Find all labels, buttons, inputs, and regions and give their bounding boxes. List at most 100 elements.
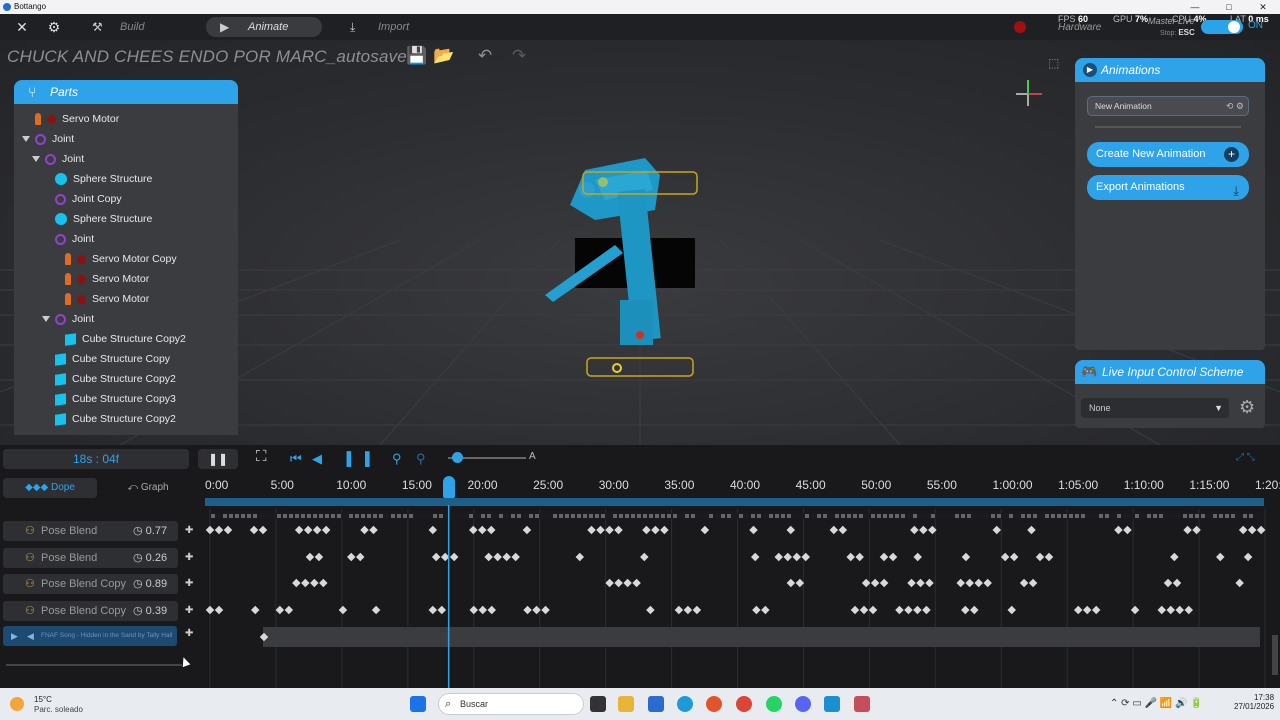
keyframe-diamond[interactable] — [205, 605, 215, 615]
keyframe-diamond[interactable] — [428, 605, 438, 615]
keyframe-diamond[interactable] — [1044, 552, 1054, 562]
minimize-button[interactable]: — — [1178, 0, 1212, 14]
animation-loop-settings-icon[interactable]: ⟲ ⚙ — [1226, 97, 1244, 115]
keyframe-diamond[interactable] — [1175, 605, 1184, 615]
keyframe-diamond[interactable] — [587, 525, 596, 535]
track-value[interactable]: ◷ 0.89 — [133, 574, 167, 594]
keyframe-diamond[interactable] — [294, 525, 304, 535]
track-row[interactable]: ⚇ Pose Blend ◷ 0.26 ✚ — [3, 547, 193, 568]
add-audio-keyframe-icon[interactable]: ✚ — [185, 628, 193, 639]
keyframe-diamond[interactable] — [1123, 525, 1132, 535]
create-new-animation-button[interactable]: Create New Animation + — [1087, 142, 1249, 167]
marker-off-icon[interactable]: ⚲ — [416, 451, 426, 467]
keyframe-diamond[interactable] — [1243, 552, 1253, 562]
track-value[interactable]: ◷ 0.26 — [133, 548, 167, 568]
keyframe-diamond[interactable] — [850, 605, 860, 615]
prev-keyframe-icon[interactable]: ◀ — [312, 451, 322, 467]
parts-tree-item[interactable]: Joint — [22, 130, 74, 148]
keyframe-diamond[interactable] — [1163, 578, 1173, 588]
keyframe-diamond[interactable] — [478, 605, 487, 615]
keyframe-diamond[interactable] — [992, 525, 1001, 535]
add-keyframe-icon[interactable]: ✚ — [185, 548, 193, 568]
keyframe-diamond[interactable] — [1170, 552, 1179, 562]
keyframe-diamond[interactable] — [319, 578, 328, 588]
keyframe-diamond[interactable] — [651, 525, 660, 535]
keyframe-diamond[interactable] — [829, 525, 839, 535]
file-explorer-icon[interactable] — [618, 696, 634, 712]
keyframe-diamond[interactable] — [541, 605, 550, 615]
close-window-button[interactable]: ✕ — [1246, 0, 1280, 14]
keyframe-diamond[interactable] — [431, 552, 441, 562]
keyframe-diamond[interactable] — [846, 552, 855, 562]
chrome-icon[interactable] — [736, 696, 752, 712]
keyframe-diamond[interactable] — [956, 578, 965, 588]
keyframe-diamond[interactable] — [1247, 525, 1257, 535]
keyframe-diamond[interactable] — [907, 578, 916, 588]
keyframe-diamond[interactable] — [303, 525, 313, 535]
keyframe-diamond[interactable] — [487, 605, 496, 615]
parts-tree-item[interactable]: Servo Motor — [22, 110, 119, 128]
keyframe-diamond[interactable] — [879, 578, 889, 588]
keyframe-diamond[interactable] — [970, 605, 979, 615]
keyframe-diamond[interactable] — [1091, 605, 1101, 615]
keyframe-diamond[interactable] — [360, 525, 369, 535]
parts-tree-item[interactable]: Servo Motor — [52, 290, 149, 308]
keyframe-diamond[interactable] — [1027, 525, 1036, 535]
keyframe-diamond[interactable] — [623, 578, 632, 588]
dope-sheet[interactable] — [205, 505, 1273, 688]
keyframe-diamond[interactable] — [1082, 605, 1092, 615]
track-row[interactable]: ⚇ Pose Blend Copy ◷ 0.39 ✚ — [3, 600, 193, 621]
keyframe-diamond[interactable] — [783, 552, 793, 562]
keyframe-diamond[interactable] — [371, 605, 381, 615]
add-keyframe-icon[interactable]: ✚ — [185, 574, 193, 594]
keyframe-diamond[interactable] — [205, 525, 215, 535]
keyframe-diamond[interactable] — [484, 552, 493, 562]
loop-end-icon[interactable]: ▌ — [365, 451, 374, 466]
parts-tree-item[interactable]: Joint — [42, 310, 94, 328]
whatsapp-icon[interactable] — [766, 696, 782, 712]
keyframe-diamond[interactable] — [761, 605, 770, 615]
parts-tree-item[interactable]: Joint — [32, 150, 84, 168]
parts-tree-item[interactable]: Joint — [42, 230, 94, 248]
audio-track[interactable]: ▶ ◀ FNAF Song - Hidden in the Sand by Ta… — [3, 626, 177, 646]
clock[interactable]: 17:38 27/01/2026 — [1234, 693, 1274, 711]
zoom-slider-handle[interactable] — [452, 452, 463, 463]
keyframe-diamond[interactable] — [522, 525, 532, 535]
mode-build-button[interactable]: ⚒ Build — [78, 17, 192, 37]
keyframe-diamond[interactable] — [1000, 552, 1010, 562]
firefox-icon[interactable] — [706, 696, 722, 712]
expand-toggle-icon[interactable] — [32, 156, 40, 163]
keyframe-diamond[interactable] — [1256, 525, 1266, 535]
bottango-taskbar-icon[interactable] — [824, 696, 840, 712]
keyframe-diamond[interactable] — [919, 525, 928, 535]
keyframe-diamond[interactable] — [511, 552, 520, 562]
view-cube-icon[interactable]: ⬚ — [1048, 56, 1059, 70]
keyframe-diamond[interactable] — [478, 525, 487, 535]
snipping-tool-icon[interactable] — [854, 696, 870, 712]
keyframe-diamond[interactable] — [1028, 578, 1038, 588]
parts-tree-item[interactable]: Cube Structure Copy2 — [42, 410, 176, 428]
pause-button[interactable]: ❚❚ — [198, 449, 238, 469]
keyframe-diamond[interactable] — [356, 552, 365, 562]
keyframe-diamond[interactable] — [338, 605, 348, 615]
redo-icon[interactable]: ↷ — [512, 46, 526, 66]
timecode-display[interactable]: 18s : 04f — [3, 449, 189, 469]
keyframe-diamond[interactable] — [895, 605, 904, 615]
keyframe-diamond[interactable] — [502, 552, 511, 562]
keyframe-diamond[interactable] — [1157, 605, 1166, 615]
keyframe-diamond[interactable] — [321, 525, 331, 535]
keyframe-diamond[interactable] — [347, 552, 356, 562]
timeline-right-controls-icon[interactable]: ⤢ ⤡ — [1236, 452, 1255, 463]
loop-start-icon[interactable]: ▐ — [342, 451, 351, 466]
keyframe-diamond[interactable] — [469, 605, 478, 615]
keyframe-diamond[interactable] — [605, 578, 614, 588]
keyframe-diamond[interactable] — [913, 552, 922, 562]
keyframe-diamond[interactable] — [795, 578, 805, 588]
keyframe-diamond[interactable] — [750, 552, 760, 562]
tray-icons[interactable]: ⌃ ⟳ ▭ 🎤 📶 🔊 🔋 — [1110, 698, 1203, 709]
marker-icon[interactable]: ⚲ — [392, 451, 402, 467]
expand-toggle-icon[interactable] — [22, 136, 30, 143]
keyframe-diamond[interactable] — [855, 552, 864, 562]
keyframe-diamond[interactable] — [1035, 552, 1045, 562]
mode-import-button[interactable]: ⤓ Import — [336, 17, 450, 37]
